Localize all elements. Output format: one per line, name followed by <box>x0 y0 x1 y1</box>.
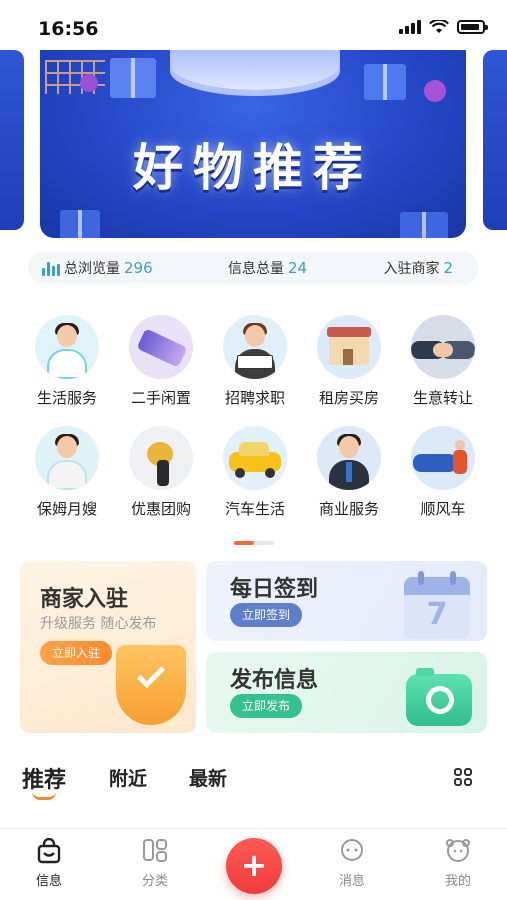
decor-ball <box>80 74 98 92</box>
chat-bubble-icon <box>341 839 363 861</box>
banner-next-slide[interactable] <box>483 50 507 230</box>
category-label: 招聘求职 <box>224 389 285 407</box>
nav-messages[interactable]: 消息 <box>322 838 382 889</box>
category-label: 二手闲置 <box>130 389 191 407</box>
checkin-now-button[interactable]: 立即签到 <box>230 603 303 627</box>
wifi-icon <box>429 20 449 33</box>
card-title: 商家入驻 <box>40 587 129 612</box>
stat-value: 24 <box>288 259 308 277</box>
category-label: 顺风车 <box>420 500 466 518</box>
nav-profile[interactable]: 我的 <box>428 838 488 889</box>
app-screen: 16:56 好物推荐 总浏览量 296 信息总量 24 入驻商家 2 生活服务 … <box>0 0 507 900</box>
decor-stage <box>170 50 340 90</box>
tab-latest[interactable]: 最新 <box>189 764 227 791</box>
gift-box-icon <box>400 212 448 238</box>
businessman-icon <box>317 426 381 490</box>
layout-grid-icon[interactable] <box>454 768 472 786</box>
divider <box>0 828 507 829</box>
stat-total-views: 总浏览量 296 <box>42 258 153 278</box>
group-buy-icon <box>129 426 193 490</box>
nav-label: 消息 <box>338 874 365 889</box>
banner-slide[interactable]: 好物推荐 <box>40 50 466 238</box>
nav-label: 信息 <box>35 874 62 889</box>
nav-category[interactable]: 分类 <box>125 838 185 889</box>
banner-prev-slide[interactable] <box>0 50 24 230</box>
category-label: 生意转让 <box>412 389 473 407</box>
stat-label: 总浏览量 <box>64 261 120 277</box>
handshake-icon <box>411 315 475 379</box>
publish-fab-button[interactable]: + <box>226 838 282 894</box>
stat-merchants: 入驻商家 2 <box>383 258 453 278</box>
category-life-service[interactable]: 生活服务 <box>20 315 114 408</box>
housekeeper-icon <box>35 315 99 379</box>
category-grid: 生活服务 二手闲置 招聘求职 租房买房 生意转让 保姆月嫂 优惠团购 汽车生活 … <box>20 315 490 519</box>
car-icon <box>223 426 287 490</box>
calendar-icon: 7 <box>404 571 470 639</box>
tab-nearby[interactable]: 附近 <box>109 764 147 791</box>
card-title: 发布信息 <box>230 668 319 693</box>
nav-info[interactable]: 信息 <box>19 838 79 889</box>
battery-icon <box>457 20 488 34</box>
stats-bar: 总浏览量 296 信息总量 24 入驻商家 2 <box>28 251 479 285</box>
decor-ball <box>424 80 446 102</box>
shopping-bag-icon <box>37 838 61 864</box>
category-rideshare[interactable]: 顺风车 <box>396 426 490 519</box>
category-second-hand[interactable]: 二手闲置 <box>114 315 208 408</box>
category-jobs[interactable]: 招聘求职 <box>208 315 302 408</box>
gift-box-icon <box>110 58 156 98</box>
card-title: 每日签到 <box>230 577 319 602</box>
bar-chart-icon <box>42 260 60 276</box>
category-label: 优惠团购 <box>130 500 191 518</box>
category-label: 汽车生活 <box>224 500 285 518</box>
category-business-service[interactable]: 商业服务 <box>302 426 396 519</box>
feed-tabs: 推荐 附近 最新 <box>22 762 482 802</box>
category-pager <box>234 541 274 545</box>
category-group-buy[interactable]: 优惠团购 <box>114 426 208 519</box>
category-auto[interactable]: 汽车生活 <box>208 426 302 519</box>
tab-recommended[interactable]: 推荐 <box>22 762 66 794</box>
calendar-day: 7 <box>426 597 448 632</box>
banner-carousel[interactable]: 好物推荐 <box>0 50 507 240</box>
rideshare-icon <box>411 426 475 490</box>
status-bar: 16:56 <box>0 0 507 50</box>
gift-box-icon <box>364 64 406 100</box>
join-now-button[interactable]: 立即入驻 <box>40 641 113 665</box>
category-grid-icon <box>143 839 167 862</box>
house-icon <box>317 315 381 379</box>
category-nanny[interactable]: 保姆月嫂 <box>20 426 114 519</box>
stat-label: 信息总量 <box>228 261 284 277</box>
signal-icon <box>399 20 421 34</box>
nav-label: 我的 <box>444 874 471 889</box>
category-housing[interactable]: 租房买房 <box>302 315 396 408</box>
stat-total-posts: 信息总量 24 <box>228 258 307 278</box>
stat-value: 296 <box>124 259 153 277</box>
category-label: 租房买房 <box>318 389 379 407</box>
profile-face-icon <box>446 839 470 862</box>
category-label: 生活服务 <box>36 389 97 407</box>
gift-box-icon <box>60 210 100 238</box>
bottom-nav: 信息 分类 + 消息 我的 <box>0 830 507 900</box>
status-time: 16:56 <box>38 18 99 40</box>
card-subtitle: 升级服务 随心发布 <box>40 616 157 632</box>
category-business-transfer[interactable]: 生意转让 <box>396 315 490 408</box>
status-icons <box>399 20 488 34</box>
nav-label: 分类 <box>141 874 168 889</box>
stat-value: 2 <box>443 259 453 277</box>
publish-info-card[interactable]: 发布信息 立即发布 <box>206 652 487 733</box>
merchant-join-card[interactable]: 商家入驻 升级服务 随心发布 立即入驻 <box>20 561 196 733</box>
category-label: 商业服务 <box>318 500 379 518</box>
shield-check-icon <box>116 645 186 725</box>
stat-label: 入驻商家 <box>383 261 440 277</box>
camera-icon <box>406 668 472 726</box>
publish-now-button[interactable]: 立即发布 <box>230 694 303 718</box>
tab-active-indicator <box>32 792 56 800</box>
job-seeker-icon <box>223 315 287 379</box>
nanny-icon <box>35 426 99 490</box>
phone-icon <box>129 315 193 379</box>
category-label: 保姆月嫂 <box>36 500 97 518</box>
banner-title: 好物推荐 <box>133 139 373 197</box>
daily-checkin-card[interactable]: 每日签到 立即签到 7 <box>206 561 487 641</box>
